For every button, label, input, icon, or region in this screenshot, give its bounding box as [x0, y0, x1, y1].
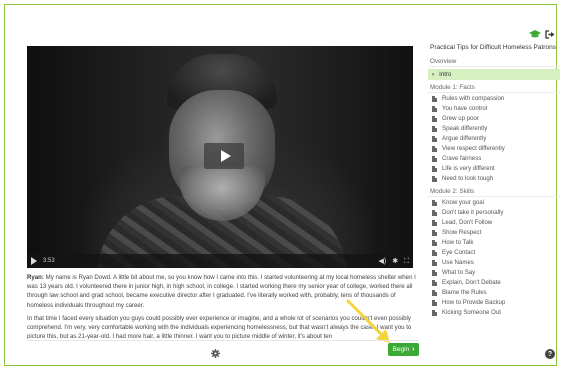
- sidebar-item[interactable]: You have control: [428, 104, 560, 114]
- document-icon: [432, 166, 437, 172]
- sidebar-item[interactable]: Don't take it personally: [428, 208, 560, 218]
- sidebar-item[interactable]: Speak differently: [428, 124, 560, 134]
- sidebar-item-label: Eye Contact: [442, 249, 476, 256]
- fullscreen-icon[interactable]: ⛶: [404, 258, 409, 265]
- gear-icon[interactable]: [211, 345, 220, 363]
- document-icon: [432, 220, 437, 226]
- chevron-right-icon: ›: [412, 346, 415, 353]
- sidebar-item-label: Kicking Someone Out: [442, 309, 501, 316]
- section-module-1: Module 1: Facts: [428, 82, 560, 93]
- sidebar-item[interactable]: How to Provide Backup: [428, 298, 560, 308]
- document-icon: [432, 280, 437, 286]
- video-time: 3:53: [43, 258, 55, 264]
- volume-icon[interactable]: ◀︎): [379, 258, 387, 265]
- section-module-2: Module 2: Skills: [428, 186, 560, 197]
- sidebar-item-label: View respect differently: [442, 145, 505, 152]
- sidebar-item-label: Need to look tough: [442, 175, 494, 182]
- document-icon: [432, 136, 437, 142]
- sidebar-item[interactable]: Show Respect: [428, 228, 560, 238]
- document-icon: [432, 230, 437, 236]
- sidebar-item[interactable]: How to Talk: [428, 238, 560, 248]
- sidebar-item[interactable]: Crave fairness: [428, 154, 560, 164]
- sidebar-item[interactable]: Eye Contact: [428, 248, 560, 258]
- document-icon: [432, 210, 437, 216]
- sidebar-item[interactable]: What to Say: [428, 268, 560, 278]
- sidebar-item[interactable]: Explain, Don't Debate: [428, 278, 560, 288]
- speaker-name: Ryan:: [27, 274, 44, 281]
- sidebar-item[interactable]: View respect differently: [428, 144, 560, 154]
- sidebar-item-intro[interactable]: › Intro: [428, 69, 560, 80]
- sidebar-item[interactable]: Argue differently: [428, 134, 560, 144]
- control-play-icon[interactable]: [31, 257, 37, 265]
- begin-label: Begin: [392, 346, 410, 353]
- sidebar-item[interactable]: Blame the Rules: [428, 288, 560, 298]
- sidebar-item-label: Grew up poor: [442, 115, 479, 122]
- sidebar-item-label: Don't take it personally: [442, 209, 504, 216]
- document-icon: [432, 146, 437, 152]
- sidebar-item-label: You have control: [442, 105, 488, 112]
- sidebar-item[interactable]: Grew up poor: [428, 114, 560, 124]
- begin-button[interactable]: Begin ›: [388, 343, 419, 356]
- module-2-list: Know your goal Don't take it personally …: [428, 198, 560, 318]
- sidebar-item-label: Speak differently: [442, 125, 488, 132]
- document-icon: [432, 240, 437, 246]
- section-overview: Overview: [428, 56, 560, 67]
- video-controls: 3:53 ◀︎) ✱ ⛶: [27, 254, 413, 268]
- sidebar-item[interactable]: Know your goal: [428, 198, 560, 208]
- sidebar-item-label: Know your goal: [442, 199, 485, 206]
- document-icon: [432, 106, 437, 112]
- graduation-cap-icon[interactable]: [529, 29, 541, 39]
- document-icon: [432, 96, 437, 102]
- sidebar-item-label: Explain, Don't Debate: [442, 279, 501, 286]
- document-icon: [432, 116, 437, 122]
- sidebar-item[interactable]: Life is very different: [428, 164, 560, 174]
- sign-out-icon[interactable]: [545, 29, 555, 39]
- document-icon: [432, 200, 437, 206]
- document-icon: [432, 176, 437, 182]
- document-icon: [432, 310, 437, 316]
- sidebar-item[interactable]: Use Names: [428, 258, 560, 268]
- video-player[interactable]: 3:53 ◀︎) ✱ ⛶: [27, 46, 413, 268]
- course-title: Practical Tips for Difficult Homeless Pa…: [430, 44, 556, 51]
- sidebar-item-label: Use Names: [442, 259, 474, 266]
- sidebar-item[interactable]: Kicking Someone Out: [428, 308, 560, 318]
- sidebar-item[interactable]: Need to look tough: [428, 174, 560, 184]
- sidebar-item-label: Intro: [439, 70, 452, 78]
- chevron-right-icon: ›: [432, 70, 435, 78]
- document-icon: [432, 270, 437, 276]
- sidebar-item-label: Crave fairness: [442, 155, 482, 162]
- document-icon: [432, 260, 437, 266]
- sidebar-item-label: How to Provide Backup: [442, 299, 506, 306]
- document-icon: [432, 250, 437, 256]
- sidebar-item-label: Life is very different: [442, 165, 495, 172]
- document-icon: [432, 126, 437, 132]
- sidebar-item-label: Blame the Rules: [442, 289, 487, 296]
- module-1-list: Rules with compassion You have control G…: [428, 94, 560, 184]
- settings-icon[interactable]: ✱: [392, 258, 398, 265]
- footer-bar: Begin ›: [27, 340, 419, 358]
- top-toolbar: [529, 28, 555, 40]
- document-icon: [432, 156, 437, 162]
- sidebar-item-label: What to Say: [442, 269, 476, 276]
- sidebar-item-label: Argue differently: [442, 135, 487, 142]
- sidebar-item-label: Rules with compassion: [442, 95, 505, 102]
- play-button[interactable]: [204, 143, 244, 169]
- document-icon: [432, 300, 437, 306]
- sidebar-item-label: Show Respect: [442, 229, 482, 236]
- sidebar-item[interactable]: Lead, Don't Follow: [428, 218, 560, 228]
- document-icon: [432, 290, 437, 296]
- sidebar-item-label: How to Talk: [442, 239, 474, 246]
- course-sidebar: Practical Tips for Difficult Homeless Pa…: [428, 42, 560, 360]
- sidebar-item[interactable]: Rules with compassion: [428, 94, 560, 104]
- sidebar-item-label: Lead, Don't Follow: [442, 219, 493, 226]
